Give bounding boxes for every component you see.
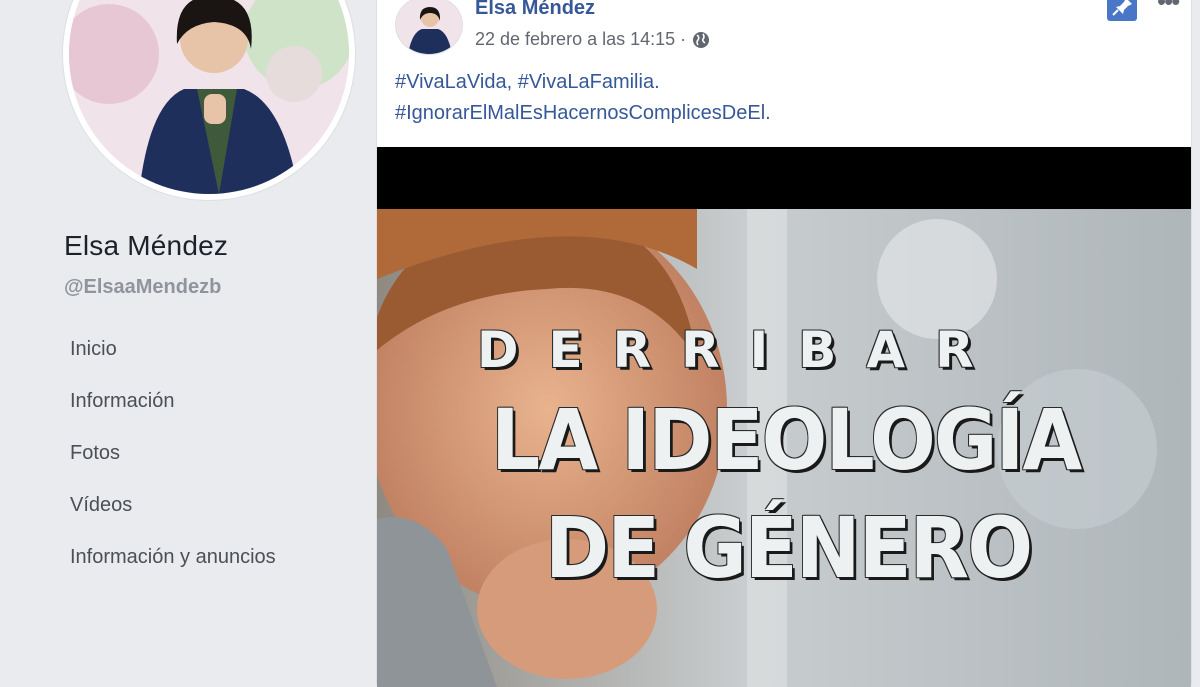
profile-name[interactable]: Elsa Méndez — [64, 230, 228, 262]
post-text: #VivaLaVida, #VivaLaFamilia. #IgnorarElM… — [395, 67, 1175, 129]
hashtags-line-1[interactable]: #VivaLaVida, #VivaLaFamilia. — [395, 67, 1175, 98]
avatar — [69, 0, 349, 194]
video-title-line-2: LA IDEOLOGÍA — [491, 391, 1082, 489]
video-title-line-1: DERRIBAR — [477, 321, 1004, 379]
pinned-post-button[interactable] — [1107, 0, 1137, 21]
nav-item-informacion[interactable]: Información — [70, 388, 276, 440]
post-options-button[interactable]: ••• — [1157, 0, 1180, 14]
post-card: Elsa Méndez 22 de febrero a las 14:15 · … — [376, 0, 1192, 687]
profile-picture[interactable] — [63, 0, 355, 200]
post-author-avatar[interactable] — [395, 0, 463, 55]
hashtags-line-2[interactable]: #IgnorarElMalEsHacernosComplicesDeEl. — [395, 98, 1175, 129]
post-video[interactable]: DERRIBAR LA IDEOLOGÍA DE GÉNERO — [377, 147, 1191, 687]
video-frame: DERRIBAR LA IDEOLOGÍA DE GÉNERO — [377, 209, 1191, 687]
post-meta: 22 de febrero a las 14:15 · — [475, 29, 710, 50]
nav-item-videos[interactable]: Vídeos — [70, 492, 276, 544]
pin-icon — [1112, 0, 1132, 16]
profile-handle[interactable]: @ElsaaMendezb — [64, 276, 221, 299]
post-author-name[interactable]: Elsa Méndez — [475, 0, 595, 20]
nav-item-fotos[interactable]: Fotos — [70, 440, 276, 492]
globe-icon — [692, 31, 710, 49]
video-title-line-3: DE GÉNERO — [545, 499, 1033, 597]
nav-item-informacion-anuncios[interactable]: Información y anuncios — [70, 544, 276, 596]
side-navigation: Inicio Información Fotos Vídeos Informac… — [70, 336, 276, 596]
nav-item-inicio[interactable]: Inicio — [70, 336, 276, 388]
post-timestamp[interactable]: 22 de febrero a las 14:15 · — [475, 29, 686, 50]
